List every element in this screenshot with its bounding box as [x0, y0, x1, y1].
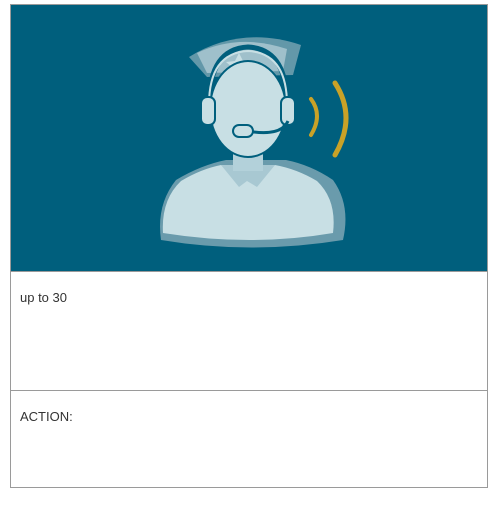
dispatcher-headset-icon: [160, 37, 349, 248]
right-earcup: [280, 96, 296, 126]
limit-text: up to 30: [20, 290, 67, 305]
info-row-action: ACTION:: [11, 391, 487, 487]
left-earcup: [200, 96, 216, 126]
signal-wave-large: [332, 80, 349, 158]
hero-illustration: [11, 5, 487, 271]
action-label: ACTION:: [20, 409, 73, 424]
microphone-icon: [232, 124, 254, 138]
head: [209, 60, 287, 158]
info-row-limit: up to 30: [11, 271, 487, 391]
signal-wave-small: [309, 97, 319, 137]
info-card: up to 30 ACTION:: [10, 4, 488, 488]
